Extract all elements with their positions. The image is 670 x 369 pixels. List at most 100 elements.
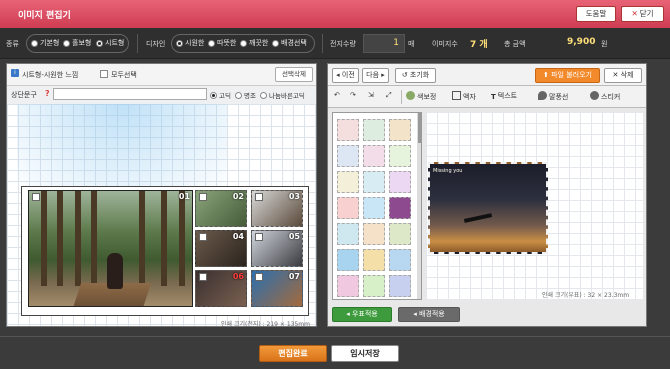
stamp-frame-item[interactable]	[389, 145, 411, 167]
tool-sticker[interactable]: 스티커	[590, 91, 620, 102]
tile-checkbox[interactable]	[32, 193, 40, 201]
airplane-silhouette	[463, 213, 493, 223]
layout-header: i 시트형-시원한 느낌 모두선택 선택삭제	[7, 64, 316, 86]
tile-checkbox[interactable]	[199, 233, 207, 241]
tool-frame[interactable]: 액자	[452, 91, 476, 102]
delete-selected-button[interactable]: 선택삭제	[275, 67, 313, 82]
photo-tile-07[interactable]: 07	[251, 270, 303, 307]
stamp-frame-item[interactable]	[337, 119, 359, 141]
tile-number: 06	[232, 272, 244, 281]
select-all-checkbox[interactable]	[100, 70, 108, 78]
stamp-frame-item[interactable]	[337, 171, 359, 193]
stamp-frame-item[interactable]	[363, 145, 385, 167]
fit-icon[interactable]: ⇲	[368, 91, 374, 99]
stamp-frame-item[interactable]	[363, 197, 385, 219]
tile-checkbox[interactable]	[255, 273, 263, 281]
tile-number: 03	[288, 192, 300, 201]
photo-tile-02[interactable]: 02	[195, 190, 247, 227]
upper-text-row: 상단문구 ? 고딕 명조 나눔바른고딕	[7, 86, 316, 102]
tile-number: 04	[232, 232, 244, 241]
tile-number: 07	[288, 272, 300, 281]
tile-number: 01	[178, 192, 190, 201]
sheet-qty-unit: 매	[408, 40, 415, 48]
stamp-frame-item[interactable]	[363, 171, 385, 193]
prev-button[interactable]: ◂ 이전	[332, 68, 359, 83]
stamp-frame-item[interactable]	[363, 119, 385, 141]
total-unit: 원	[601, 40, 608, 48]
tool-speech-bubble[interactable]: 말풍선	[538, 91, 568, 102]
upper-text-input[interactable]	[53, 88, 207, 100]
stamp-frame-item[interactable]	[389, 119, 411, 141]
editor-nav-bar: ◂ 이전 다음 ▸ ↺ 초기화 ⬆ 파일 불러오기 ✕ 삭제	[328, 64, 646, 86]
tile-checkbox[interactable]	[199, 273, 207, 281]
radio-icon	[235, 91, 242, 99]
stamp-preview-image[interactable]: Missing you	[428, 162, 548, 254]
design-option-cool[interactable]: 시원한	[176, 38, 204, 48]
tile-checkbox[interactable]	[199, 193, 207, 201]
font-option-gothic[interactable]: 고딕	[210, 90, 231, 100]
load-file-button[interactable]: ⬆ 파일 불러오기	[535, 68, 600, 83]
undo-icon[interactable]: ↶	[334, 91, 340, 99]
apply-background-button[interactable]: ◂ 배경적용	[398, 307, 460, 322]
divider	[322, 34, 323, 53]
stamp-frame-item[interactable]	[337, 223, 359, 245]
editor-panel: ◂ 이전 다음 ▸ ↺ 초기화 ⬆ 파일 불러오기 ✕ 삭제 ↶ ↷ ⇲ ⤢ 색…	[327, 63, 647, 327]
radio-icon	[272, 39, 279, 47]
stamp-frame-item[interactable]	[337, 249, 359, 271]
speech-bubble-icon	[538, 91, 547, 100]
stamp-frame-item[interactable]	[389, 249, 411, 271]
design-option-bg[interactable]: 배경선택	[272, 38, 307, 48]
tile-checkbox[interactable]	[255, 233, 263, 241]
stamp-frame-item[interactable]	[363, 249, 385, 271]
reset-button[interactable]: ↺ 초기화	[395, 68, 436, 83]
stamp-frame-item[interactable]	[389, 197, 411, 219]
type-option-sheet[interactable]: 시트형	[96, 38, 124, 48]
help-button[interactable]: 도움말	[576, 6, 616, 22]
photo-sheet: 01 02 03 04 05 06 07	[21, 186, 309, 316]
close-icon: ✕	[612, 71, 621, 79]
expand-icon[interactable]: ⤢	[386, 91, 392, 100]
title-bar: 이미지 편집기 도움말 ✕ 닫기	[0, 0, 670, 28]
stamp-frame-item[interactable]	[389, 171, 411, 193]
help-question-icon[interactable]: ?	[45, 89, 50, 98]
font-option-myeongjo[interactable]: 명조	[235, 90, 256, 100]
divider	[137, 34, 138, 53]
stamp-list-scrollbar[interactable]	[417, 113, 421, 299]
done-button[interactable]: 편집완료	[259, 345, 327, 362]
type-option-basic[interactable]: 기본형	[31, 38, 59, 48]
tool-color-correction[interactable]: 색보정	[406, 91, 436, 102]
stamp-frame-item[interactable]	[363, 223, 385, 245]
stamp-frame-item[interactable]	[337, 275, 359, 297]
photo-tile-06[interactable]: 06	[195, 270, 247, 307]
close-button[interactable]: ✕ 닫기	[621, 6, 664, 22]
close-label: 닫기	[639, 9, 654, 18]
photo-tile-03[interactable]: 03	[251, 190, 303, 227]
template-name: 시트형-시원한 느낌	[22, 71, 79, 79]
sheet-qty-input[interactable]: 1	[363, 34, 405, 53]
next-button[interactable]: 다음 ▸	[362, 68, 389, 83]
stamp-frame-item[interactable]	[389, 275, 411, 297]
stamp-frame-item[interactable]	[389, 223, 411, 245]
delete-button[interactable]: ✕ 삭제	[604, 68, 642, 83]
frame-icon	[452, 91, 461, 100]
tile-checkbox[interactable]	[255, 193, 263, 201]
design-option-clean[interactable]: 깨끗한	[240, 38, 268, 48]
scrollbar-thumb[interactable]	[418, 113, 421, 143]
stamp-frame-item[interactable]	[337, 197, 359, 219]
font-option-nanum[interactable]: 나눔바른고딕	[260, 90, 305, 100]
design-option-warm[interactable]: 따뜻한	[208, 38, 236, 48]
apply-stamp-button[interactable]: ◂ 우표적용	[332, 307, 392, 322]
photo-tile-05[interactable]: 05	[251, 230, 303, 267]
radio-icon	[208, 39, 215, 47]
stamp-frame-item[interactable]	[363, 275, 385, 297]
upload-icon: ⬆	[543, 71, 552, 79]
photo-tile-01[interactable]: 01	[28, 190, 193, 307]
tool-text[interactable]: T 텍스트	[491, 91, 517, 102]
sticker-icon	[590, 91, 599, 100]
stamp-frame-item[interactable]	[337, 145, 359, 167]
print-size-stamp: 인쇄 크기(우표) : 32 × 23.3mm	[542, 292, 630, 299]
temp-save-button[interactable]: 임시저장	[331, 345, 399, 362]
redo-icon[interactable]: ↷	[350, 91, 356, 99]
type-option-holbo[interactable]: 홀보형	[63, 38, 91, 48]
photo-tile-04[interactable]: 04	[195, 230, 247, 267]
